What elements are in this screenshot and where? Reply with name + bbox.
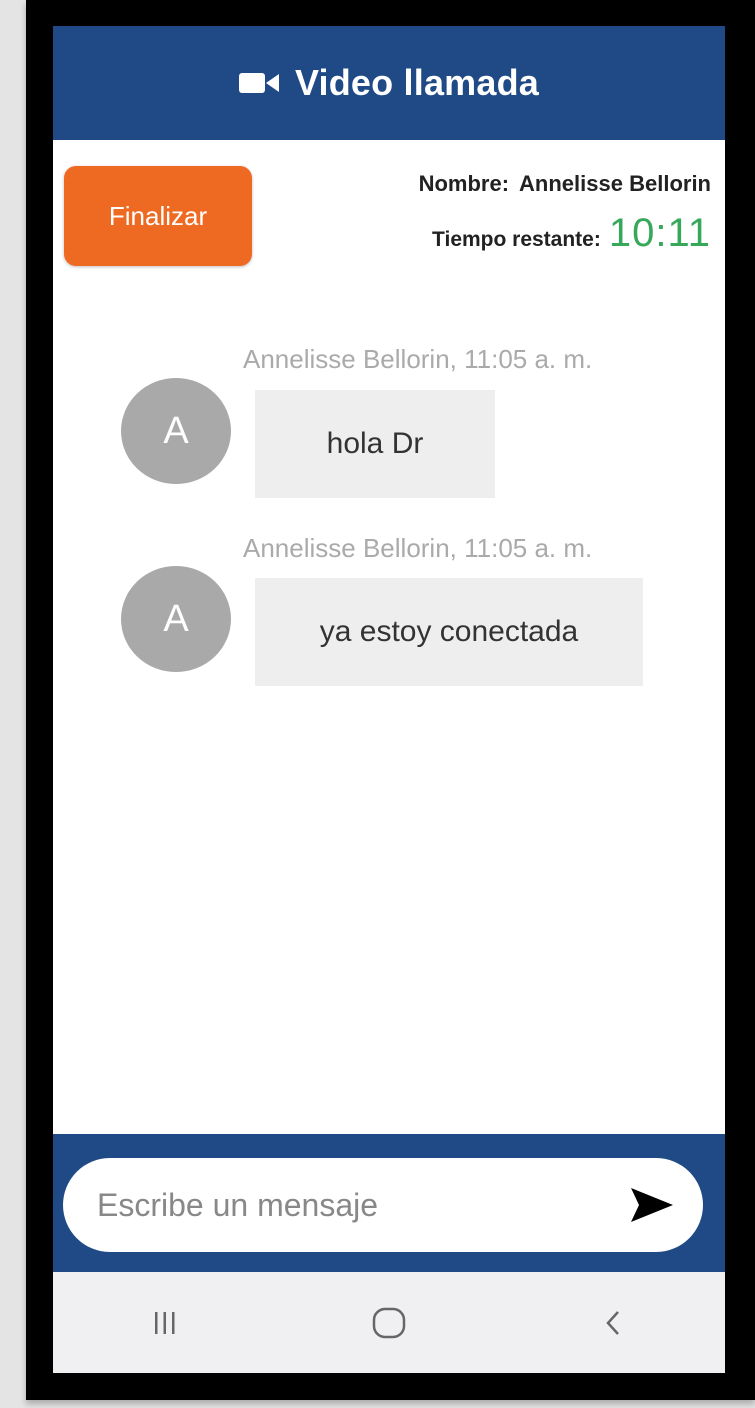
countdown-timer: 10:11 <box>608 211 711 255</box>
send-icon <box>631 1188 673 1222</box>
end-call-button[interactable]: Finalizar <box>64 166 252 266</box>
call-info: Nombre: Annelisse Bellorin Tiempo restant… <box>419 171 711 256</box>
video-camera-icon <box>238 73 279 93</box>
recent-apps-icon <box>155 1311 175 1334</box>
system-nav-bar <box>53 1272 725 1373</box>
page-title: Video llamada <box>294 62 540 103</box>
name-label: Nombre: <box>418 171 510 196</box>
avatar: A <box>121 566 231 672</box>
recent-apps-button[interactable] <box>125 1293 205 1353</box>
composer <box>63 1158 703 1252</box>
time-remaining-label: Tiempo restante: <box>432 228 601 251</box>
avatar: A <box>121 378 231 484</box>
message-meta: Annelisse Bellorin, 11:05 a. m. <box>243 344 593 374</box>
back-button[interactable] <box>573 1293 653 1353</box>
message-bubble: hola Dr <box>255 390 495 498</box>
time-remaining-row: Tiempo restante: 10:11 <box>419 211 711 256</box>
send-button[interactable] <box>617 1175 687 1235</box>
message-input[interactable] <box>63 1185 617 1225</box>
caller-name-row: Nombre: Annelisse Bellorin <box>419 171 711 197</box>
composer-bar <box>53 1134 725 1272</box>
phone-frame: Video llamada Finalizar Nombre: Annelisse… <box>26 0 755 1400</box>
app-screen: Video llamada Finalizar Nombre: Annelisse… <box>53 26 725 1373</box>
back-icon <box>606 1310 619 1335</box>
home-icon <box>372 1307 406 1338</box>
home-button[interactable] <box>349 1293 429 1353</box>
message-bubble: ya estoy conectada <box>255 578 643 686</box>
message-meta: Annelisse Bellorin, 11:05 a. m. <box>243 533 593 563</box>
caller-name: Annelisse Bellorin <box>519 171 711 196</box>
app-header: Video llamada <box>53 26 725 140</box>
